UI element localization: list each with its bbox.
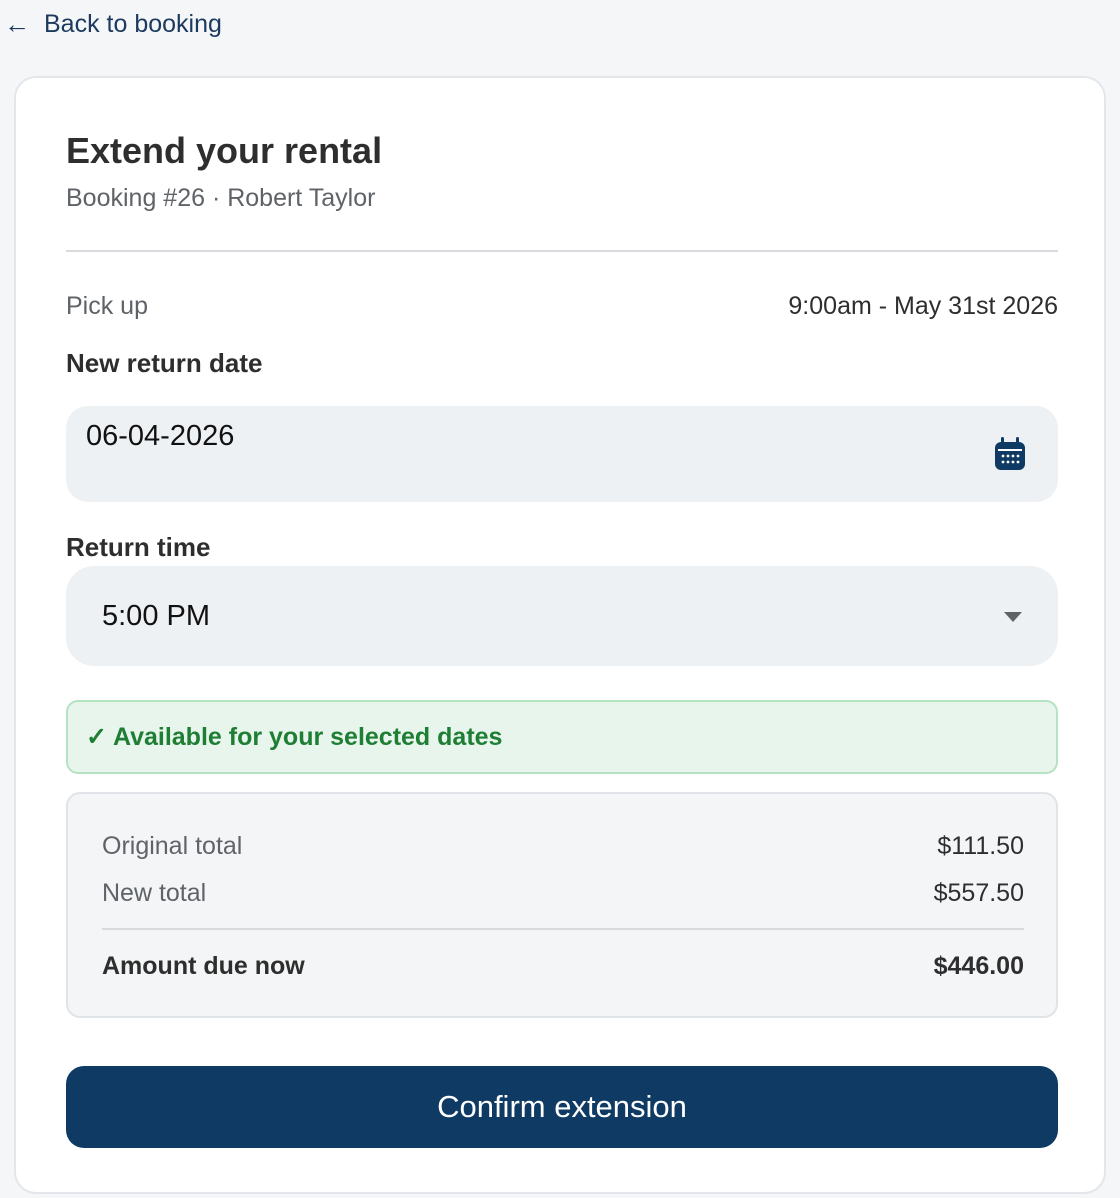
- new-total-value: $557.50: [933, 879, 1024, 907]
- original-total-value: $111.50: [937, 832, 1024, 860]
- page-title: Extend your rental: [66, 130, 383, 171]
- return-date-label: New return date: [66, 348, 263, 378]
- confirm-extension-button[interactable]: Confirm extension: [66, 1066, 1058, 1148]
- return-time-select[interactable]: 5:00 PM: [66, 566, 1058, 666]
- return-date-input[interactable]: 06-04-2026: [66, 406, 1058, 502]
- availability-text: Available for your selected dates: [112, 722, 503, 751]
- calendar-icon[interactable]: [994, 437, 1026, 471]
- return-time-value: 5:00 PM: [102, 600, 210, 632]
- original-total-label: Original total: [102, 832, 243, 860]
- return-date-value: 06-04-2026: [86, 420, 235, 452]
- amount-due-row: Amount due now $446.00: [102, 952, 1024, 981]
- extend-rental-card: Extend your rental Booking #26 · Robert …: [14, 76, 1106, 1194]
- pickup-row: Pick up 9:00am - May 31st 2026: [66, 292, 1058, 321]
- pickup-value: 9:00am - May 31st 2026: [788, 292, 1058, 320]
- header-divider: [66, 250, 1058, 252]
- new-total-label: New total: [102, 879, 207, 907]
- amount-due-label: Amount due now: [102, 952, 305, 980]
- summary-divider: [102, 928, 1024, 930]
- return-time-label: Return time: [66, 532, 211, 562]
- price-summary: Original total $111.50 New total $557.50…: [66, 792, 1058, 1018]
- original-total-row: Original total $111.50: [102, 832, 1024, 861]
- booking-subtitle: Booking #26 · Robert Taylor: [66, 184, 376, 212]
- chevron-down-icon: [1004, 612, 1022, 622]
- back-to-booking-label: Back to booking: [44, 9, 222, 38]
- pickup-label: Pick up: [66, 292, 148, 320]
- arrow-left-icon: ←: [4, 9, 30, 39]
- availability-banner: ✓ Available for your selected dates: [66, 700, 1058, 774]
- new-total-row: New total $557.50: [102, 879, 1024, 908]
- check-icon: ✓: [86, 723, 107, 751]
- back-to-booking-link[interactable]: ← Back to booking: [4, 8, 222, 40]
- amount-due-value: $446.00: [933, 952, 1024, 980]
